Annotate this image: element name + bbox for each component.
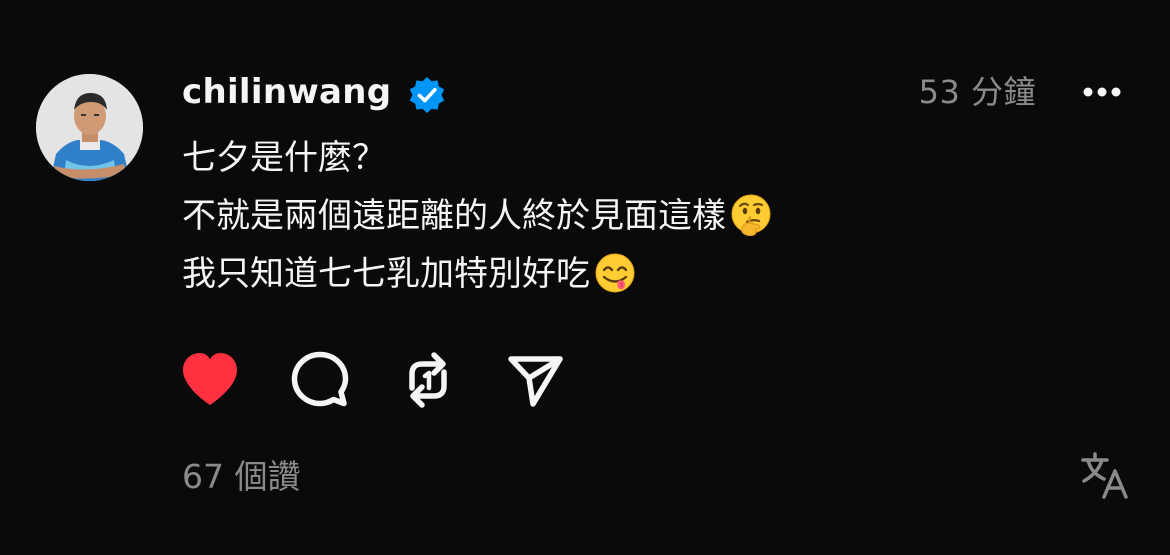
likes-count[interactable]: 67 個讚 <box>182 455 300 499</box>
comment-icon[interactable] <box>290 350 350 410</box>
face-savoring-food-icon <box>595 253 635 292</box>
avatar-image <box>36 74 143 181</box>
repost-icon[interactable] <box>398 350 458 410</box>
thinking-face-icon <box>731 194 771 236</box>
post-body: 七夕是什麼？ 不就是兩個遠距離的人終於見面這樣 我只知道七七乳加特別好吃 <box>182 131 902 305</box>
translate-icon[interactable] <box>1080 451 1130 501</box>
send-icon[interactable] <box>506 350 566 410</box>
post-line: 七夕是什麼？ <box>182 131 902 189</box>
post-line-text: 七夕是什麼？ <box>182 138 386 178</box>
post-line: 不就是兩個遠距離的人終於見面這樣 <box>182 189 902 247</box>
verified-badge-icon <box>409 77 445 113</box>
post-line-text: 我只知道七七乳加特別好吃 <box>182 254 590 294</box>
post-timestamp: 53 分鐘 <box>918 73 1036 111</box>
username-link[interactable]: chilinwang <box>182 70 391 114</box>
avatar[interactable] <box>36 74 143 181</box>
post-line-text: 不就是兩個遠距離的人終於見面這樣 <box>182 196 726 236</box>
heart-icon[interactable] <box>180 350 240 410</box>
more-icon[interactable] <box>1080 80 1124 104</box>
post-line: 我只知道七七乳加特別好吃 <box>182 247 902 305</box>
